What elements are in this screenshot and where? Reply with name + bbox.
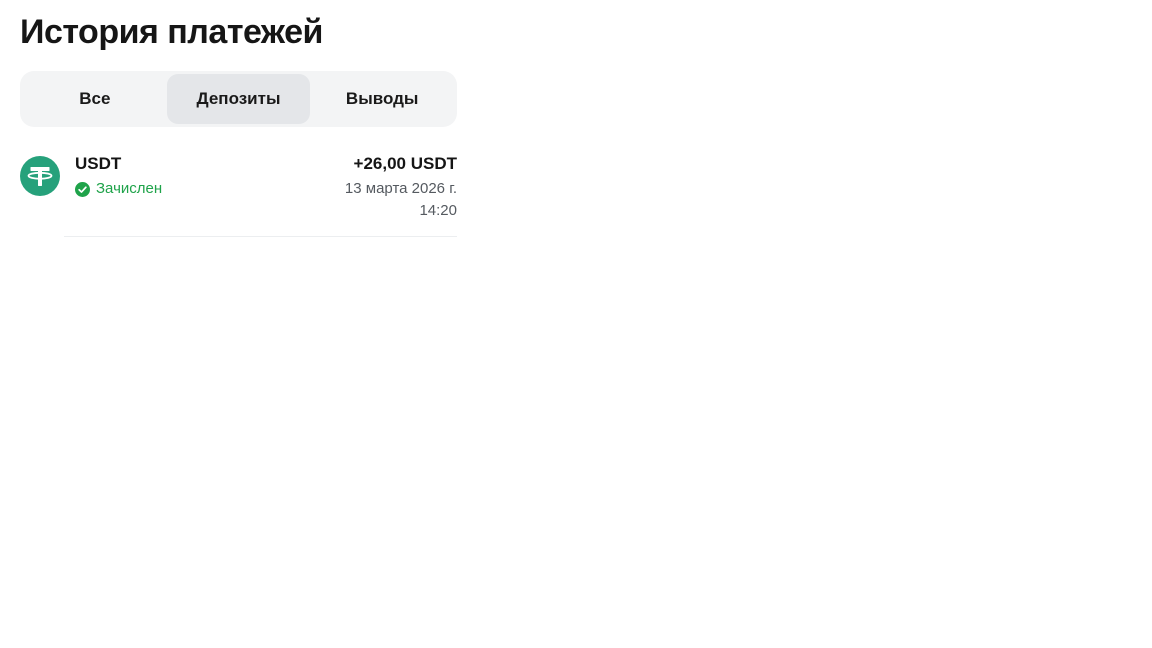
tether-icon: [20, 156, 60, 196]
tab-bar: Все Депозиты Выводы: [20, 71, 457, 127]
status-label: Зачислен: [96, 180, 163, 197]
transaction-row[interactable]: USDT Зачислен +26,00 USDT 13 марта 2026 …: [20, 140, 457, 236]
tab-withdrawals[interactable]: Выводы: [310, 74, 454, 124]
currency-name: USDT: [75, 154, 122, 173]
tab-deposits[interactable]: Депозиты: [166, 74, 311, 124]
check-circle-icon: [75, 181, 90, 197]
page-title: История платежей: [20, 13, 323, 51]
payment-history-page: История платежей Все Депозиты Выводы USD…: [0, 0, 1152, 648]
transaction-amount: +26,00 USDT: [353, 154, 457, 173]
tab-all[interactable]: Все: [23, 74, 167, 124]
transaction-time: 14:20: [419, 202, 457, 219]
status-badge: Зачислен: [75, 179, 162, 199]
row-divider: [64, 236, 457, 237]
transaction-date: 13 марта 2026 г.: [344, 180, 457, 197]
